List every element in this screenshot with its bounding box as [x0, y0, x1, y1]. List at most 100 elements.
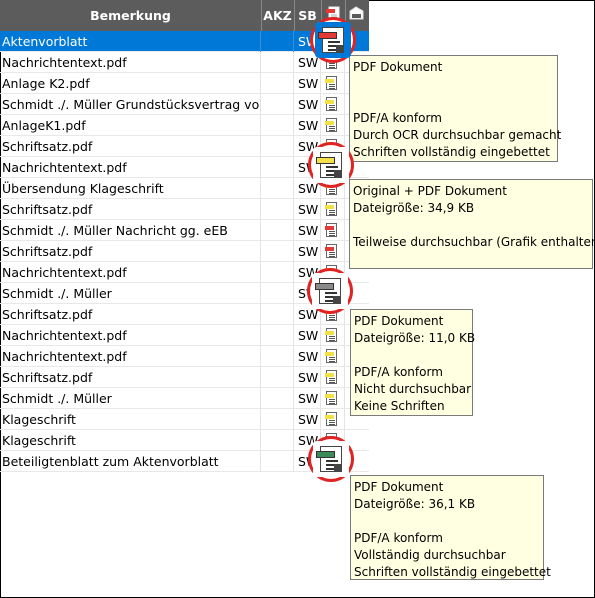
cell-pdf[interactable] [321, 115, 345, 136]
icon-line [329, 191, 335, 192]
cell-sb: SW [294, 241, 321, 262]
cell-bemerkung: Nachrichtentext.pdf [0, 157, 261, 178]
icon-line [329, 254, 335, 255]
cell-pdf[interactable] [321, 73, 345, 94]
icon-line [329, 399, 335, 400]
cell-pdf[interactable] [321, 367, 345, 388]
icon-line [329, 340, 335, 341]
icon-band [316, 157, 335, 164]
pdf-red-icon [325, 244, 337, 258]
icon-line [328, 41, 340, 43]
cell-akz [261, 199, 294, 220]
icon-line [329, 420, 335, 421]
table-row[interactable]: Nachrichtentext.pdfSW [0, 346, 369, 367]
cell-sb: SW [294, 220, 321, 241]
cell-akz [261, 346, 294, 367]
pdf-yellow-icon [325, 76, 337, 90]
icon-line [329, 256, 335, 257]
icon-line [329, 189, 335, 190]
cell-bemerkung: Schriftsatz.pdf [0, 304, 261, 325]
cell-pdf[interactable] [321, 94, 345, 115]
cell-akz [261, 325, 294, 346]
icon-line [329, 126, 335, 127]
icon-band [325, 247, 334, 251]
pdf-not-searchable-gray-icon [315, 278, 341, 304]
icon-line [329, 357, 335, 358]
pdf-yellow-icon [325, 97, 337, 111]
cell-akz [261, 73, 294, 94]
cell-akz [261, 304, 294, 325]
cell-akz [261, 31, 294, 52]
pdf-yellow-icon [325, 412, 337, 426]
icon-line [329, 233, 335, 234]
cell-akz [261, 220, 294, 241]
cell-sb: SW [294, 115, 321, 136]
cell-akz [261, 136, 294, 157]
icon-band [325, 352, 334, 356]
icon-band [325, 394, 334, 398]
icon-line [329, 403, 335, 404]
highlight-ring-4 [308, 436, 354, 482]
cell-pdf[interactable] [321, 325, 345, 346]
table-row[interactable]: Schriftsatz.pdf SW [0, 199, 369, 220]
cell-sb: SW [294, 346, 321, 367]
icon-band [325, 79, 334, 83]
icon-line [329, 231, 335, 232]
icon-line [329, 380, 335, 381]
icon-line [329, 424, 335, 425]
cell-akz [261, 178, 294, 199]
pdf-yellow-icon [325, 391, 337, 405]
table-row[interactable]: Schriftsatz.pdf SW [0, 367, 369, 388]
table-row[interactable]: Schriftsatz.pdf SW [0, 241, 369, 262]
table-row[interactable]: Anlage K2.pdf SW [0, 73, 369, 94]
cell-pdf[interactable] [321, 199, 345, 220]
pdf-yellow-icon [325, 328, 337, 342]
cell-bemerkung: Anlage K2.pdf [0, 73, 261, 94]
cell-pdf[interactable] [321, 241, 345, 262]
tooltip-searchable: PDF Dokument Dateigröße: 36,1 KB PDF/A k… [350, 475, 551, 580]
cell-bemerkung: Nachrichtentext.pdf [0, 325, 261, 346]
tooltip-original: Original + PDF Dokument Dateigröße: 34,9… [349, 179, 595, 269]
cell-akz [261, 409, 294, 430]
cell-akz [261, 283, 294, 304]
pdf-ocr-red-icon [318, 27, 344, 53]
table-row[interactable]: Nachrichtentext.pdfSW [0, 325, 369, 346]
cell-akz [261, 262, 294, 283]
icon-band [325, 331, 334, 335]
column-header-bemerkung[interactable]: Bemerkung [0, 0, 262, 31]
cell-pdf[interactable] [321, 409, 345, 430]
cell-sb: SW [294, 409, 321, 430]
table-row[interactable]: Nachrichtentext.pdfSW [0, 52, 369, 73]
cell-akz [261, 157, 294, 178]
icon-band [325, 100, 334, 104]
column-header-akz[interactable]: AKZ [261, 0, 295, 31]
cell-bemerkung: Aktenvorblatt [0, 31, 261, 52]
icon-band [325, 226, 334, 230]
cell-pdf[interactable] [321, 346, 345, 367]
icon-line [329, 63, 335, 64]
cell-akz [261, 94, 294, 115]
table-row[interactable]: Schmidt ./. Müller Nachricht gg. eEB SW [0, 220, 369, 241]
cell-bemerkung: Schmidt ./. Müller [0, 283, 261, 304]
cell-akz [261, 430, 294, 451]
pdf-yellow-icon [325, 202, 337, 216]
cell-pdf[interactable] [321, 220, 345, 241]
table-row[interactable]: AnlageK1.pdf SW [0, 115, 369, 136]
table-row[interactable]: Schmidt ./. Müller Grundstücksvertrag vo… [0, 94, 369, 115]
icon-corner [334, 170, 342, 178]
pdf-yellow-icon [325, 118, 337, 132]
highlight-ring-1 [310, 17, 356, 63]
cell-bemerkung: Schmidt ./. Müller Nachricht gg. eEB [0, 220, 261, 241]
table-row[interactable]: Klageschrift SW [0, 409, 369, 430]
cell-akz [261, 367, 294, 388]
icon-line [326, 166, 338, 168]
table-row[interactable]: Schmidt ./. Müller SW [0, 388, 369, 409]
highlight-ring-3 [307, 268, 353, 314]
icon-line [329, 401, 335, 402]
icon-line [329, 315, 335, 316]
cell-sb: SW [294, 199, 321, 220]
pdf-yellow-icon [325, 349, 337, 363]
icon-line [329, 210, 335, 211]
icon-line [329, 317, 335, 318]
cell-pdf[interactable] [321, 388, 345, 409]
